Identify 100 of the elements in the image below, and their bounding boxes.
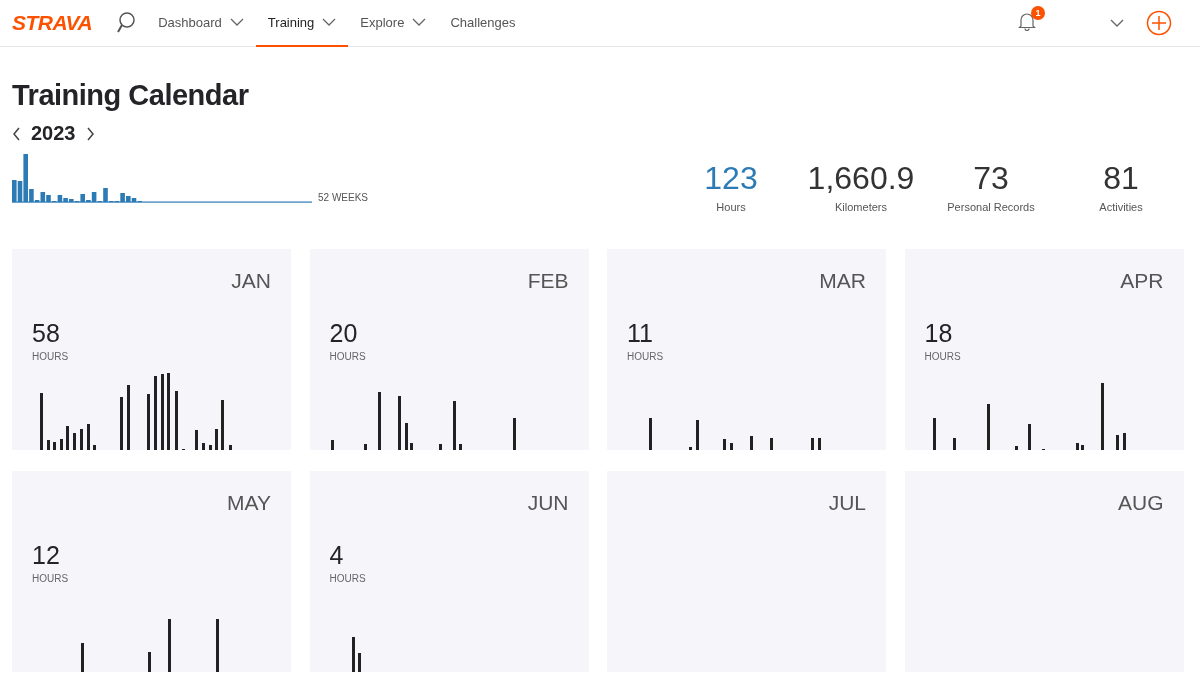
day-bar <box>66 426 69 450</box>
month-label: MAY <box>227 491 271 515</box>
bell-icon[interactable] <box>1018 11 1036 31</box>
day-bar <box>689 447 692 450</box>
month-label: JAN <box>231 269 271 293</box>
hours-value: 12 <box>32 541 60 570</box>
month-card[interactable]: AUG <box>904 471 1184 672</box>
day-bar <box>195 430 198 450</box>
month-card[interactable]: MAY 12 HOURS <box>12 471 291 672</box>
day-bar <box>438 444 442 450</box>
chevron-down-icon[interactable] <box>1110 19 1124 27</box>
day-bar <box>351 637 355 672</box>
month-label: FEB <box>527 269 569 293</box>
nav-tab[interactable]: Challenges <box>438 0 528 47</box>
hours-value: 58 <box>32 319 60 348</box>
month-card[interactable]: APR 18 HOURS <box>904 249 1184 450</box>
day-bar <box>357 653 361 672</box>
day-bar <box>458 444 462 450</box>
day-bar <box>723 439 726 450</box>
day-bar <box>80 429 83 450</box>
day-bar <box>148 652 151 672</box>
day-bar <box>1027 424 1031 450</box>
day-bar <box>168 619 171 672</box>
day-bar <box>452 401 456 450</box>
day-bar <box>202 443 205 450</box>
notification-badge: 1 <box>1031 6 1045 20</box>
month-label: JUN <box>527 491 569 515</box>
add-icon[interactable] <box>1146 10 1172 36</box>
day-bar <box>363 444 367 450</box>
stat-label: Personal Records <box>947 201 1035 213</box>
stat-label: Activities <box>1099 201 1143 213</box>
day-bar <box>60 439 63 450</box>
day-bar <box>93 445 96 450</box>
day-bar <box>216 619 219 672</box>
stat-value[interactable]: 81 <box>1103 160 1139 197</box>
stat-label: Kilometers <box>835 201 887 213</box>
day-bar <box>209 445 212 450</box>
day-bar <box>81 643 84 672</box>
day-bar <box>986 404 990 450</box>
hours-unit: HOURS <box>329 573 366 584</box>
day-bar <box>730 443 733 450</box>
day-bar <box>47 440 50 450</box>
hours-value: 18 <box>924 319 953 348</box>
day-bar <box>120 397 123 450</box>
chevron-left-icon[interactable] <box>12 126 21 141</box>
year-label: 2023 <box>31 122 76 145</box>
month-card[interactable]: FEB 20 HOURS <box>309 249 589 450</box>
search-icon[interactable] <box>116 11 137 35</box>
day-bar <box>397 396 401 450</box>
day-bar <box>87 424 90 450</box>
hours-unit: HOURS <box>627 351 664 362</box>
nav-tab[interactable]: Training <box>255 0 349 47</box>
nav-tab[interactable]: Explore <box>348 0 439 47</box>
month-label: JUL <box>828 491 866 515</box>
stat-value[interactable]: 1,660.9 <box>807 160 915 197</box>
month-card[interactable]: JUN 4 HOURS <box>309 471 589 672</box>
page-title: Training Calendar <box>12 79 250 112</box>
stat-value[interactable]: 123 <box>704 160 758 197</box>
hours-value: 4 <box>329 541 344 570</box>
month-card[interactable]: JUL <box>607 471 886 672</box>
day-bar <box>127 385 130 450</box>
month-card[interactable]: JAN 58 HOURS <box>12 249 291 450</box>
hours-unit: HOURS <box>924 351 961 362</box>
day-bar <box>512 418 516 450</box>
month-card[interactable]: MAR 11 HOURS <box>607 249 886 450</box>
nav-tab[interactable]: Dashboard <box>146 0 256 47</box>
hours-unit: HOURS <box>329 351 366 362</box>
day-bar <box>770 438 773 450</box>
day-bar <box>649 418 652 450</box>
day-bar <box>221 400 224 450</box>
day-bar <box>330 440 334 450</box>
weeks-label: 52 WEEKS <box>318 192 369 203</box>
day-bar <box>1122 433 1126 450</box>
day-bar <box>229 445 232 450</box>
hours-unit: HOURS <box>32 351 69 362</box>
chevron-right-icon[interactable] <box>85 126 95 141</box>
hours-value: 20 <box>329 319 358 348</box>
month-label: MAR <box>819 269 866 293</box>
day-bar <box>175 391 178 450</box>
day-bar <box>40 393 43 450</box>
day-bar <box>1115 435 1119 450</box>
day-bar <box>818 438 821 450</box>
day-bar <box>1100 383 1104 450</box>
day-bar <box>377 392 381 450</box>
day-bar <box>952 438 956 450</box>
stat-value[interactable]: 73 <box>973 160 1009 197</box>
month-label: AUG <box>1118 491 1164 515</box>
day-bar <box>750 436 753 450</box>
day-bar <box>147 394 150 450</box>
day-bar <box>811 438 814 450</box>
day-bar <box>215 429 218 450</box>
hours-value: 11 <box>627 319 653 348</box>
hours-unit: HOURS <box>32 573 69 584</box>
month-label: APR <box>1120 269 1164 293</box>
day-bar <box>1014 446 1018 450</box>
stat-label: Hours <box>716 201 746 213</box>
day-bar <box>696 420 699 450</box>
day-bar <box>73 433 76 450</box>
day-bar <box>53 442 56 450</box>
day-bar <box>932 418 936 450</box>
